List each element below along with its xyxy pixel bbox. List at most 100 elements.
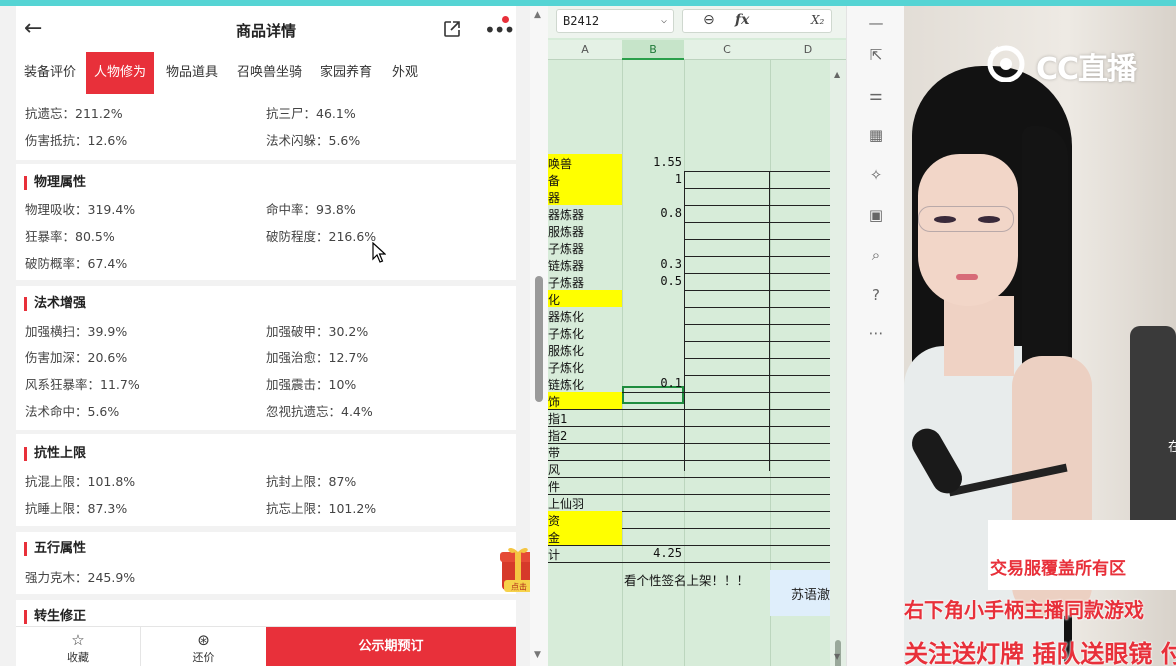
formula-bar: B2412 ⌵ ⊖ fx X₂ bbox=[548, 6, 846, 38]
tab-appearance[interactable]: 外观 bbox=[384, 52, 426, 94]
attr-value: 破防概率：67.4% bbox=[25, 256, 128, 271]
cell-b[interactable]: 4.25 bbox=[622, 546, 682, 560]
gridline bbox=[622, 60, 623, 666]
function-icon[interactable]: fx bbox=[735, 12, 749, 28]
more-options-icon[interactable]: ••• bbox=[484, 18, 515, 42]
attr-value: 抗封上限：87% bbox=[266, 474, 357, 489]
streamer-neck bbox=[944, 296, 1014, 376]
cell-a[interactable]: 备 bbox=[548, 172, 622, 189]
nav-bar: ← 商品详情 ••• bbox=[16, 6, 516, 54]
help-icon[interactable]: ? bbox=[865, 284, 887, 306]
overlay-banner: 交易服覆盖所有区 bbox=[988, 520, 1176, 590]
section-title: 法术增强 bbox=[24, 297, 86, 311]
zoom-out-icon[interactable]: ⊖ bbox=[703, 12, 715, 28]
sheet-scrollbar[interactable]: ▲ ▼ bbox=[830, 60, 846, 666]
cell-a[interactable]: 化 bbox=[548, 291, 622, 308]
cell-b[interactable]: 0.8 bbox=[622, 206, 682, 220]
section-title: 物理属性 bbox=[24, 176, 86, 190]
signature-cell[interactable]: 看个性签名上架！！！ bbox=[624, 570, 774, 589]
subscript-icon[interactable]: X₂ bbox=[811, 13, 824, 27]
share-icon[interactable] bbox=[443, 20, 461, 38]
pointer-icon[interactable]: ⇱ bbox=[865, 44, 887, 66]
attr-value: 法术闪躲：5.6% bbox=[266, 133, 361, 148]
chevron-down-icon[interactable]: ⌵ bbox=[661, 10, 667, 32]
cell-a[interactable]: 服炼器 bbox=[548, 223, 622, 240]
gift-label: 点击 bbox=[511, 582, 527, 592]
column-a-header[interactable]: A bbox=[548, 40, 622, 60]
bordered-range bbox=[684, 171, 770, 471]
cell-b[interactable]: 1 bbox=[622, 172, 682, 186]
cell-a[interactable]: 器炼器 bbox=[548, 206, 622, 223]
scroll-down-icon[interactable]: ▼ bbox=[534, 650, 541, 660]
column-b-header[interactable]: B bbox=[622, 40, 684, 60]
page-title: 商品详情 bbox=[235, 22, 296, 40]
attr-value: 物理吸收：319.4% bbox=[25, 202, 136, 217]
minimize-icon[interactable]: — bbox=[865, 12, 887, 34]
cell-a[interactable]: 唤兽 bbox=[548, 155, 622, 172]
cell-a[interactable]: 链炼化 bbox=[548, 376, 622, 393]
image-icon[interactable]: ▣ bbox=[865, 204, 887, 226]
favorite-button[interactable]: ☆ 收藏 bbox=[16, 627, 140, 666]
cell-a[interactable]: 子炼器 bbox=[548, 240, 622, 257]
cell-b[interactable]: 1.55 bbox=[622, 155, 682, 169]
mouse-cursor-icon bbox=[372, 242, 386, 263]
cell-a[interactable]: 风 bbox=[548, 461, 622, 478]
scroll-up-icon[interactable]: ▲ bbox=[534, 10, 541, 20]
cell-a[interactable]: 服炼化 bbox=[548, 342, 622, 359]
attr-value: 加强横扫：39.9% bbox=[25, 324, 128, 339]
reserve-button[interactable]: 公示期预订 bbox=[266, 627, 516, 666]
star-icon: ☆ bbox=[71, 631, 85, 649]
sliders-icon[interactable]: ⚌ bbox=[865, 84, 887, 106]
cell-b[interactable]: 0.1 bbox=[622, 376, 682, 390]
scroll-down-icon[interactable]: ▼ bbox=[834, 652, 840, 661]
price-tag-icon: ⊛ bbox=[197, 631, 210, 649]
scroll-up-icon[interactable]: ▲ bbox=[834, 70, 840, 79]
cell-a[interactable]: 子炼器 bbox=[548, 274, 622, 291]
attr-value: 加强破甲：30.2% bbox=[266, 324, 369, 339]
cell-b[interactable]: 0.5 bbox=[622, 274, 682, 288]
cell-a[interactable]: 件 bbox=[548, 478, 622, 495]
tab-items[interactable]: 物品道具 bbox=[158, 52, 226, 94]
cell-a[interactable]: 上仙羽 bbox=[548, 495, 622, 512]
pin-icon[interactable]: ✧ bbox=[865, 164, 887, 186]
layout-icon[interactable]: ▦ bbox=[865, 124, 887, 146]
phone-scrollbar[interactable]: ▲ ▼ bbox=[530, 6, 548, 666]
cell-grid[interactable]: 看个性签名上架！！！ 苏语澈 唤兽 1.55 备 1 器器炼器 0.8 服炼器 子炼器 链炼器 0… bbox=[548, 60, 832, 666]
tab-equipment-eval[interactable]: 装备评价 bbox=[16, 52, 84, 94]
cell-a[interactable]: 器 bbox=[548, 189, 622, 206]
glasses bbox=[918, 206, 1014, 232]
cell-a[interactable]: 器炼化 bbox=[548, 308, 622, 325]
more-icon[interactable]: ⋯ bbox=[865, 322, 887, 344]
cell-a[interactable]: 带 bbox=[548, 444, 622, 461]
attr-value: 风系狂暴率：11.7% bbox=[25, 377, 140, 392]
favorite-label: 收藏 bbox=[67, 651, 89, 664]
cell-a[interactable]: 子炼化 bbox=[548, 359, 622, 376]
tab-character-cultivation[interactable]: 人物修为 bbox=[86, 52, 155, 94]
bargain-button[interactable]: ⊛ 还价 bbox=[141, 627, 266, 666]
banner-text: 交易服覆盖所有区 bbox=[990, 559, 1126, 579]
tab-home[interactable]: 家园养育 bbox=[312, 52, 380, 94]
live-stream-video: CC直播 交易服覆盖所有区 右下角小手柄主播同款游戏 关注送灯牌 插队送眼镜 付… bbox=[904, 6, 1176, 666]
tab-summons-mounts[interactable]: 召唤兽坐骑 bbox=[229, 52, 310, 94]
bargain-label: 还价 bbox=[192, 651, 215, 664]
attr-value: 抗忘上限：101.2% bbox=[266, 501, 377, 516]
cell-a[interactable]: 金 bbox=[548, 529, 622, 546]
edge-text: 在 bbox=[1168, 440, 1176, 455]
cell-a[interactable]: 链炼器 bbox=[548, 257, 622, 274]
note-cell[interactable]: 苏语澈 bbox=[770, 570, 832, 616]
lips bbox=[956, 274, 978, 280]
cell-a[interactable]: 计 bbox=[548, 546, 622, 563]
cell-b[interactable]: 0.3 bbox=[622, 257, 682, 271]
name-box[interactable]: B2412 ⌵ bbox=[556, 9, 674, 33]
resistance-card: 抗遗忘：211.2% 抗三尸：46.1% 伤害抵抗：12.6% 法术闪躲：5.6… bbox=[16, 94, 516, 160]
column-c-header[interactable]: C bbox=[684, 40, 770, 60]
cell-a[interactable]: 子炼化 bbox=[548, 325, 622, 342]
cell-a[interactable]: 指2 bbox=[548, 427, 622, 444]
attr-value: 加强治愈：12.7% bbox=[266, 350, 369, 365]
cell-a[interactable]: 资 bbox=[548, 512, 622, 529]
column-d-header[interactable]: D bbox=[770, 40, 846, 60]
cell-a[interactable]: 饰 bbox=[548, 393, 622, 410]
scroll-thumb[interactable] bbox=[535, 276, 543, 402]
search-doc-icon[interactable]: ⌕ bbox=[865, 244, 887, 266]
cell-a[interactable]: 指1 bbox=[548, 410, 622, 427]
